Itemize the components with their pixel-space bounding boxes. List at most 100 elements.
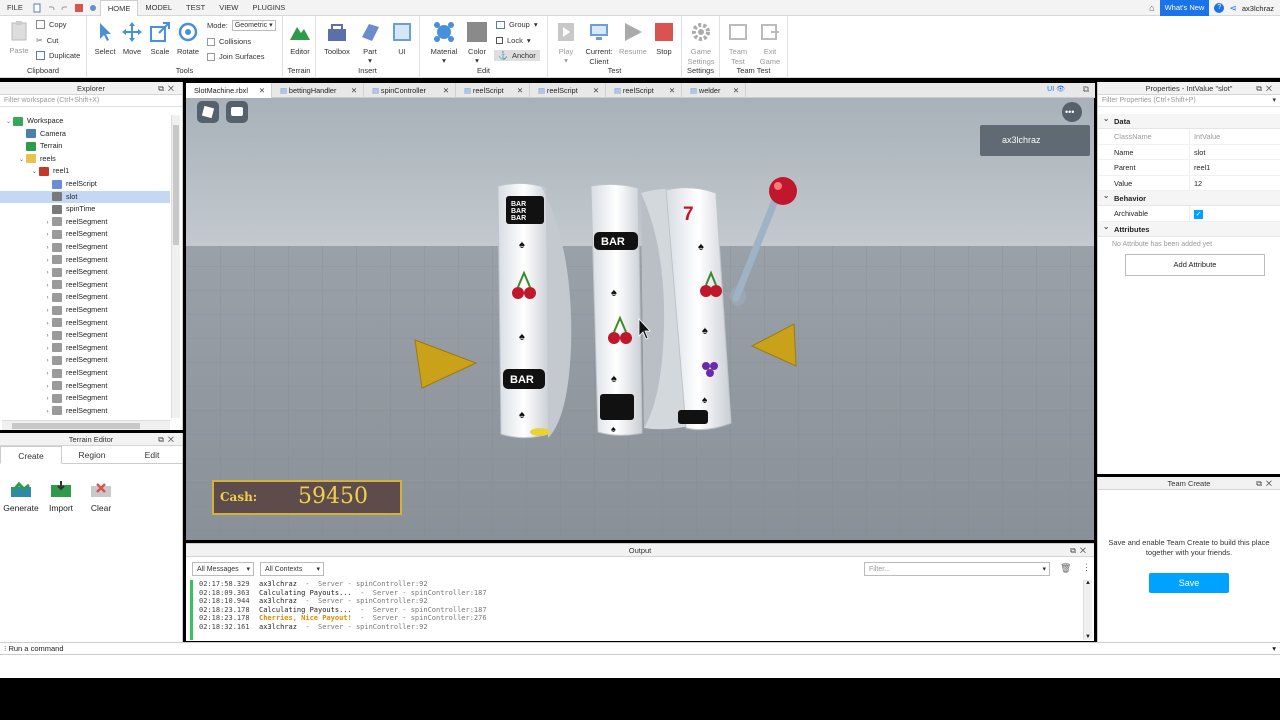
property-row-archivable[interactable]: Archivable ✓ [1098, 206, 1280, 222]
team-icon[interactable] [88, 3, 98, 13]
current-client-button[interactable]: Current: Client [582, 21, 616, 67]
tab-edit[interactable]: Edit [122, 446, 182, 463]
copy-button[interactable]: Copy [36, 20, 67, 29]
explorer-item-reelsegment[interactable]: › reelSegment [0, 392, 170, 405]
tab-region[interactable]: Region [62, 446, 122, 463]
close-icon[interactable]: ✕ [259, 83, 265, 98]
close-icon[interactable]: ✕ [351, 83, 357, 98]
data-section-header[interactable]: Data [1098, 111, 1280, 129]
chevron-right-icon[interactable]: › [43, 406, 52, 419]
doc-tab-reelscript-3[interactable]: ▤ reelScript ✕ [606, 83, 682, 98]
explorer-item-reelsegment[interactable]: › reelSegment [0, 241, 170, 254]
scale-tool[interactable]: Scale [146, 21, 174, 56]
tab-test[interactable]: TEST [179, 0, 212, 16]
behavior-section-header[interactable]: Behavior [1098, 188, 1280, 206]
explorer-item-spintime[interactable]: spinTime [0, 203, 170, 216]
doc-tab-spincontroller[interactable]: ▤ spinController ✕ [364, 83, 456, 98]
import-button[interactable]: Import [41, 481, 81, 513]
clear-button[interactable]: Clear [81, 481, 121, 513]
trash-icon[interactable]: 🗑 [1060, 563, 1071, 574]
team-test-button[interactable]: Team Test [724, 21, 752, 67]
close-icon[interactable]: ✕ [669, 83, 675, 98]
stop-icon[interactable] [74, 3, 84, 13]
whats-new-button[interactable]: What's New [1159, 0, 1210, 16]
explorer-filter-input[interactable]: Filter workspace (Ctrl+Shift+X) [0, 95, 182, 107]
join-surfaces-toggle[interactable]: Join Surfaces [207, 52, 264, 61]
team-create-save-button[interactable]: Save [1149, 573, 1229, 593]
ui-visibility-toggle[interactable]: UI 👁 [1047, 85, 1065, 93]
output-panel-controls[interactable]: ⧉✕ [1070, 544, 1090, 557]
close-icon[interactable]: ✕ [593, 83, 599, 98]
duplicate-button[interactable]: Duplicate [36, 51, 80, 60]
generate-button[interactable]: Generate [1, 481, 41, 513]
property-value[interactable]: ✓ [1190, 206, 1203, 221]
property-value[interactable]: reel1 [1190, 160, 1210, 175]
explorer-item-reelsegment[interactable]: › reelSegment [0, 380, 170, 393]
doc-tab-slotmachine[interactable]: SlotMachine.rbxl ✕ [186, 83, 272, 98]
cut-button[interactable]: ✂ Cut [36, 36, 58, 45]
tab-create[interactable]: Create [0, 446, 62, 464]
material-button[interactable]: Material ▾ [426, 21, 462, 65]
explorer-item-reelsegment[interactable]: › reelSegment [0, 317, 170, 330]
team-panel-controls[interactable]: ⧉✕ [1256, 477, 1276, 490]
collisions-toggle[interactable]: Collisions [207, 37, 251, 46]
explorer-item-workspace[interactable]: ⌄ Workspace [0, 115, 170, 128]
home-icon[interactable]: ⌂ [1149, 3, 1154, 13]
lock-button[interactable]: Lock ▾ [496, 36, 531, 45]
command-dropdown-icon[interactable]: ▾ [1272, 643, 1276, 655]
file-menu[interactable]: FILE [0, 0, 30, 16]
close-icon[interactable]: ✕ [733, 83, 739, 98]
explorer-item-reelsegment[interactable]: › reelSegment [0, 291, 170, 304]
select-tool[interactable]: Select [90, 21, 120, 56]
messages-filter-dropdown[interactable]: All Messages ▾ [192, 562, 254, 576]
collisions-checkbox[interactable] [207, 37, 215, 46]
explorer-item-reelscript[interactable]: reelScript [0, 178, 170, 191]
doc-tab-welder[interactable]: ▤ welder ✕ [682, 83, 746, 98]
explorer-item-reelsegment[interactable]: › reelSegment [0, 354, 170, 367]
group-button[interactable]: Group ▾ [496, 20, 538, 29]
doc-tab-reelscript-1[interactable]: ▤ reelScript ✕ [456, 83, 530, 98]
rotate-tool[interactable]: Rotate [174, 21, 202, 56]
explorer-item-reelsegment[interactable]: › reelSegment [0, 329, 170, 342]
toolbox-button[interactable]: Toolbox [320, 21, 354, 56]
resume-button[interactable]: Resume [618, 21, 648, 56]
property-row-classname[interactable]: ClassName IntValue [1098, 129, 1280, 145]
archivable-checkbox[interactable]: ✓ [1194, 210, 1203, 219]
close-icon[interactable]: ✕ [517, 83, 523, 98]
property-row-parent[interactable]: Parent reel1 [1098, 160, 1280, 176]
explorer-item-reels[interactable]: ⌄ reels [0, 153, 170, 166]
ui-button[interactable]: UI [388, 21, 416, 56]
play-button[interactable]: Play ▾ [552, 21, 580, 65]
doc-tab-bettinghandler[interactable]: ▤ bettingHandler ✕ [272, 83, 364, 98]
command-bar[interactable]: ⁝ Run a command ▾ [0, 642, 1280, 655]
tab-model[interactable]: MODEL [138, 0, 179, 16]
move-tool[interactable]: Move [118, 21, 146, 56]
share-icon[interactable]: ⋖ [1229, 3, 1237, 14]
username[interactable]: ax3lchraz [1242, 4, 1274, 13]
new-file-icon[interactable] [32, 3, 42, 13]
join-surfaces-checkbox[interactable] [207, 52, 215, 61]
tab-plugins[interactable]: PLUGINS [245, 0, 292, 16]
explorer-item-reelsegment[interactable]: › reelSegment [0, 228, 170, 241]
help-icon[interactable]: ? [1214, 3, 1225, 13]
property-row-name[interactable]: Name slot [1098, 144, 1280, 160]
explorer-horizontal-scrollbar[interactable] [2, 420, 170, 430]
3d-viewport[interactable]: BAR BAR BAR ♠ ♠ BAR ♠ BAR ♠ ♠ ♠ 7 ♠ ♠ ♠ … [186, 98, 1094, 540]
explorer-item-reelsegment[interactable]: › reelSegment [0, 342, 170, 355]
add-attribute-button[interactable]: Add Attribute [1125, 253, 1265, 276]
redo-icon[interactable] [60, 3, 70, 13]
panel-controls[interactable]: ⧉✕ [158, 82, 178, 95]
explorer-item-terrain[interactable]: Terrain [0, 140, 170, 153]
player-list[interactable]: ax3lchraz [980, 125, 1090, 156]
part-button[interactable]: Part ▾ [356, 21, 384, 65]
tab-home[interactable]: HOME [99, 0, 139, 16]
terrain-editor-button[interactable]: Editor [285, 21, 315, 56]
attributes-section-header[interactable]: Attributes [1098, 219, 1280, 237]
exit-game-button[interactable]: Exit Game [756, 21, 784, 67]
output-menu-icon[interactable]: ⋮ [1082, 562, 1091, 573]
property-row-value[interactable]: Value 12 [1098, 175, 1280, 191]
property-value[interactable]: slot [1190, 145, 1205, 160]
output-filter-input[interactable]: Filter... ▾ [864, 562, 1050, 576]
explorer-item-reelsegment[interactable]: › reelSegment [0, 405, 170, 418]
undo-icon[interactable] [46, 3, 56, 13]
